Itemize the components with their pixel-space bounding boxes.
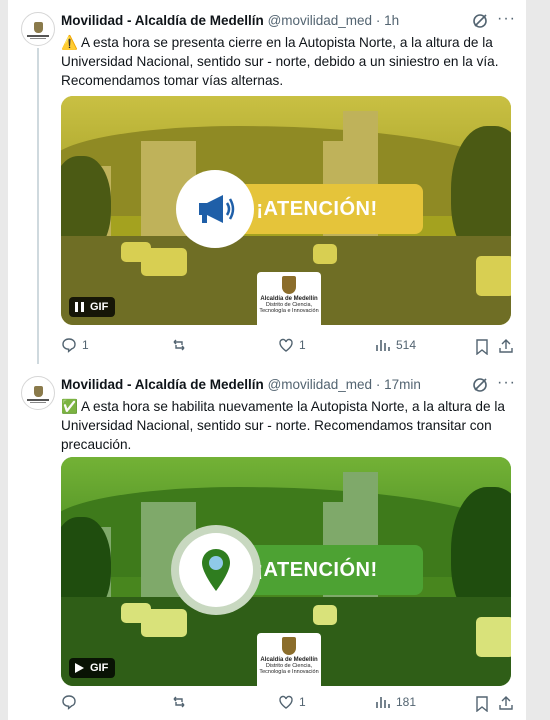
tweet-actions: 1 181 — [61, 694, 514, 714]
avatar[interactable] — [21, 12, 55, 46]
share-icon[interactable] — [498, 695, 514, 711]
reply-button[interactable]: 1 — [61, 337, 89, 353]
tweet-actions: 1 1 514 — [61, 337, 514, 357]
heart-icon — [279, 695, 293, 709]
reply-icon — [62, 695, 76, 710]
separator-dot: · — [375, 377, 381, 392]
megaphone-badge — [176, 170, 254, 248]
views-chart-icon — [376, 697, 390, 708]
grok-icon[interactable] — [472, 13, 488, 29]
more-options-icon[interactable]: ··· — [497, 374, 516, 392]
tweet-media-gif[interactable]: ¡ATENCIÓN! Alcaldía de Medellín Distrito… — [61, 457, 511, 686]
thread-line — [37, 48, 39, 364]
timestamp[interactable]: 17min — [384, 377, 421, 392]
repost-icon — [173, 696, 185, 708]
tweet-media-gif[interactable]: ¡ATENCIÓN! Alcaldía de Medellín Distrito… — [61, 96, 511, 325]
views-button[interactable]: 514 — [375, 337, 416, 353]
repost-icon — [173, 339, 185, 351]
megaphone-icon — [199, 195, 235, 223]
avatar[interactable] — [21, 376, 55, 410]
more-options-icon[interactable]: ··· — [497, 10, 516, 28]
tweet-body: A esta hora se presenta cierre en la Aut… — [61, 35, 499, 88]
bookmark-icon[interactable] — [475, 696, 489, 712]
like-count: 1 — [299, 338, 306, 352]
coat-of-arms-icon — [33, 385, 43, 397]
timeline: Movilidad - Alcaldía de Medellín @movili… — [8, 0, 526, 720]
heart-icon — [279, 338, 293, 352]
grok-icon[interactable] — [472, 377, 488, 393]
like-count: 1 — [299, 695, 306, 709]
coat-of-arms-icon — [33, 21, 43, 33]
separator-dot: · — [375, 13, 381, 28]
reply-count: 1 — [82, 338, 89, 352]
author-name[interactable]: Movilidad - Alcaldía de Medellín — [61, 13, 264, 28]
coat-of-arms-icon — [282, 276, 296, 294]
author-handle[interactable]: @movilidad_med — [268, 13, 373, 28]
alcaldia-logo: Alcaldía de Medellín Distrito de Ciencia… — [257, 272, 321, 325]
views-chart-icon — [376, 340, 390, 351]
tweet[interactable]: Movilidad - Alcaldía de Medellín @movili… — [8, 364, 526, 720]
reply-button[interactable] — [61, 694, 82, 710]
bookmark-icon[interactable] — [475, 339, 489, 355]
tweet-text: ⚠️ A esta hora se presenta cierre en la … — [61, 33, 509, 90]
reply-icon — [62, 338, 76, 353]
warning-icon: ⚠️ — [61, 35, 78, 50]
like-button[interactable]: 1 — [278, 337, 306, 353]
tweet[interactable]: Movilidad - Alcaldía de Medellín @movili… — [8, 0, 526, 364]
coat-of-arms-icon — [282, 637, 296, 655]
repost-button[interactable] — [171, 337, 192, 353]
tweet-text: ✅ A esta hora se habilita nuevamente la … — [61, 397, 509, 454]
gif-control[interactable]: GIF — [69, 658, 116, 678]
gif-label: GIF — [90, 301, 109, 313]
gif-label: GIF — [90, 662, 109, 674]
repost-button[interactable] — [171, 694, 192, 710]
pause-icon[interactable] — [75, 302, 84, 312]
author-handle[interactable]: @movilidad_med — [268, 377, 373, 392]
gif-control[interactable]: GIF — [69, 297, 116, 317]
play-icon[interactable] — [75, 663, 84, 673]
check-icon: ✅ — [61, 399, 78, 414]
map-pin-icon — [202, 549, 230, 591]
views-button[interactable]: 181 — [375, 694, 416, 710]
view-count: 181 — [396, 695, 417, 709]
alcaldia-logo: Alcaldía de Medellín Distrito de Ciencia… — [257, 633, 321, 686]
tweet-body: A esta hora se habilita nuevamente la Au… — [61, 399, 505, 452]
view-count: 514 — [396, 338, 417, 352]
timestamp[interactable]: 1h — [384, 13, 399, 28]
like-button[interactable]: 1 — [278, 694, 306, 710]
author-name[interactable]: Movilidad - Alcaldía de Medellín — [61, 377, 264, 392]
map-pin-badge — [171, 525, 261, 615]
tweet-header: Movilidad - Alcaldía de Medellín @movili… — [61, 13, 399, 28]
share-icon[interactable] — [498, 338, 514, 354]
tweet-header: Movilidad - Alcaldía de Medellín @movili… — [61, 377, 421, 392]
